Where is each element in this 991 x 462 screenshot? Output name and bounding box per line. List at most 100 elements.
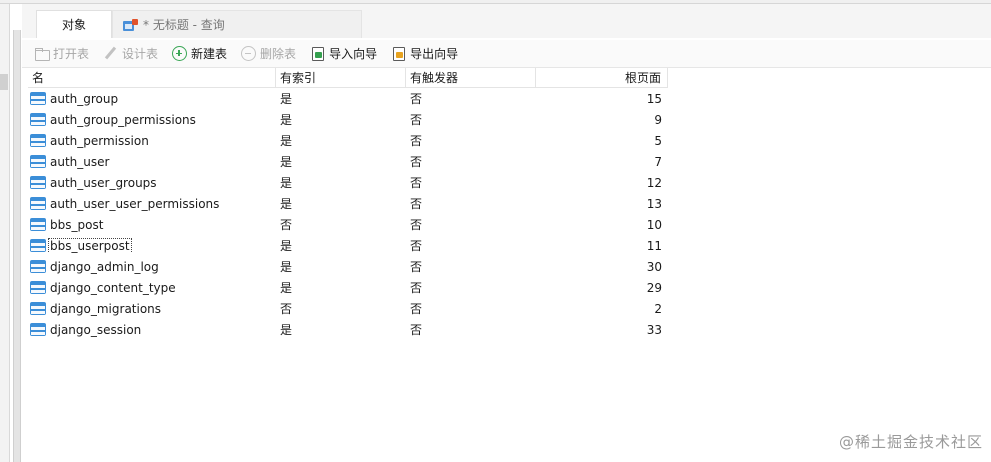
minus-circle-icon — [241, 46, 257, 61]
table-row[interactable]: django_admin_log 是 否 30 — [28, 256, 668, 277]
table-row[interactable]: bbs_userpost 是 否 11 — [28, 235, 668, 256]
table-icon — [30, 112, 46, 127]
cell-has-index: 是 — [280, 260, 293, 274]
cell-root-pages: 33 — [646, 322, 662, 337]
cell-has-trigger: 否 — [410, 134, 423, 148]
table-row[interactable]: django_migrations 否 否 2 — [28, 298, 668, 319]
table-icon — [30, 133, 46, 148]
table-row[interactable]: django_session 是 否 33 — [28, 319, 668, 340]
cell-name[interactable]: django_content_type — [28, 280, 276, 295]
cell-has-trigger: 否 — [410, 197, 423, 211]
cell-has-index: 是 — [280, 197, 293, 211]
table-name: auth_user_user_permissions — [50, 196, 220, 211]
table-row[interactable]: auth_group 是 否 15 — [28, 88, 668, 109]
table-row[interactable]: bbs_post 否 否 10 — [28, 214, 668, 235]
query-icon — [123, 18, 138, 31]
cell-name[interactable]: auth_user_user_permissions — [28, 196, 276, 211]
table-name: auth_group_permissions — [50, 112, 196, 127]
table-name: auth_user_groups — [50, 175, 157, 190]
cell-root-pages: 15 — [646, 91, 662, 106]
delete-table-label: 删除表 — [260, 47, 297, 61]
cell-has-index: 是 — [280, 92, 293, 106]
cell-has-index: 否 — [280, 302, 293, 316]
cell-name[interactable]: django_session — [28, 322, 276, 337]
cell-has-index: 是 — [280, 323, 293, 337]
cell-name[interactable]: auth_user — [28, 154, 276, 169]
export-wizard-label: 导出向导 — [410, 47, 459, 61]
tab-bar: 对象 * 无标题 - 查询 — [22, 4, 991, 38]
cell-root-pages: 5 — [654, 133, 662, 148]
cell-name[interactable]: auth_group_permissions — [28, 112, 276, 127]
tab-untitled-query[interactable]: * 无标题 - 查询 — [112, 10, 362, 38]
folder-icon — [34, 46, 50, 61]
table-header: 名 有索引 有触发器 根页面 — [28, 67, 668, 88]
design-table-label: 设计表 — [122, 47, 159, 61]
cell-name[interactable]: auth_permission — [28, 133, 276, 148]
cell-name[interactable]: bbs_post — [28, 217, 276, 232]
cell-has-index: 否 — [280, 218, 293, 232]
table-row[interactable]: auth_user_user_permissions 是 否 13 — [28, 193, 668, 214]
pane-splitter-handle[interactable] — [0, 74, 8, 90]
cell-has-trigger: 否 — [410, 302, 423, 316]
column-header-has-trigger[interactable]: 有触发器 — [406, 67, 536, 88]
table-row[interactable]: auth_user_groups 是 否 12 — [28, 172, 668, 193]
tab-query-label: * 无标题 - 查询 — [143, 18, 225, 32]
table-icon — [30, 238, 46, 253]
pencil-icon — [103, 46, 118, 61]
new-table-button[interactable]: 新建表 — [170, 43, 229, 65]
cell-root-pages: 9 — [654, 112, 662, 127]
tab-objects[interactable]: 对象 — [36, 10, 112, 38]
table-icon — [30, 280, 46, 295]
export-icon — [391, 46, 406, 61]
cell-has-trigger: 否 — [410, 323, 423, 337]
cell-has-index: 是 — [280, 239, 293, 253]
watermark: @稀土掘金技术社区 — [838, 433, 983, 451]
cell-name[interactable]: auth_user_groups — [28, 175, 276, 190]
import-icon — [310, 46, 325, 61]
plus-circle-icon — [172, 46, 188, 61]
table-name: bbs_post — [50, 217, 104, 232]
delete-table-button[interactable]: 删除表 — [239, 43, 298, 65]
open-table-button[interactable]: 打开表 — [32, 43, 91, 65]
table-row[interactable]: django_content_type 是 否 29 — [28, 277, 668, 298]
cell-has-index: 是 — [280, 281, 293, 295]
cell-has-index: 是 — [280, 155, 293, 169]
design-table-button[interactable]: 设计表 — [101, 43, 160, 65]
table-icon — [30, 196, 46, 211]
cell-root-pages: 7 — [654, 154, 662, 169]
table-name: django_migrations — [50, 301, 162, 316]
cell-name[interactable]: bbs_userpost — [28, 238, 276, 253]
objects-table: 名 有索引 有触发器 根页面 auth_group 是否 15 auth_group_… — [28, 67, 668, 340]
import-wizard-label: 导入向导 — [329, 47, 378, 61]
import-wizard-button[interactable]: 导入向导 — [308, 43, 379, 65]
table-icon — [30, 175, 46, 190]
table-row[interactable]: auth_user 是 否 7 — [28, 151, 668, 172]
table-row[interactable]: auth_permission 是 否 5 — [28, 130, 668, 151]
tab-objects-label: 对象 — [61, 18, 86, 32]
table-icon — [30, 259, 46, 274]
cell-name[interactable]: django_admin_log — [28, 259, 276, 274]
navigator-scrollbar[interactable] — [13, 30, 21, 462]
export-wizard-button[interactable]: 导出向导 — [389, 43, 460, 65]
cell-root-pages: 29 — [646, 280, 662, 295]
table-name: django_admin_log — [50, 259, 159, 274]
table-name: auth_user — [50, 154, 110, 169]
cell-name[interactable]: django_migrations — [28, 301, 276, 316]
table-name: auth_group — [50, 91, 119, 106]
new-table-label: 新建表 — [191, 47, 228, 61]
table-name: bbs_userpost — [48, 238, 132, 253]
cell-root-pages: 12 — [646, 175, 662, 190]
table-row[interactable]: auth_group_permissions 是 否 9 — [28, 109, 668, 130]
cell-has-trigger: 否 — [410, 281, 423, 295]
cell-has-trigger: 否 — [410, 218, 423, 232]
cell-name[interactable]: auth_group — [28, 91, 276, 106]
column-header-root-pages[interactable]: 根页面 — [536, 67, 668, 88]
cell-has-trigger: 否 — [410, 113, 423, 127]
open-table-label: 打开表 — [53, 47, 90, 61]
object-toolbar: 打开表 设计表 新建表 删除表 导入向导 导出向导 — [22, 40, 991, 68]
column-header-name[interactable]: 名 — [28, 67, 276, 88]
table-icon — [30, 217, 46, 232]
column-header-has-index[interactable]: 有索引 — [276, 67, 406, 88]
cell-root-pages: 10 — [646, 217, 662, 232]
cell-has-index: 是 — [280, 176, 293, 190]
